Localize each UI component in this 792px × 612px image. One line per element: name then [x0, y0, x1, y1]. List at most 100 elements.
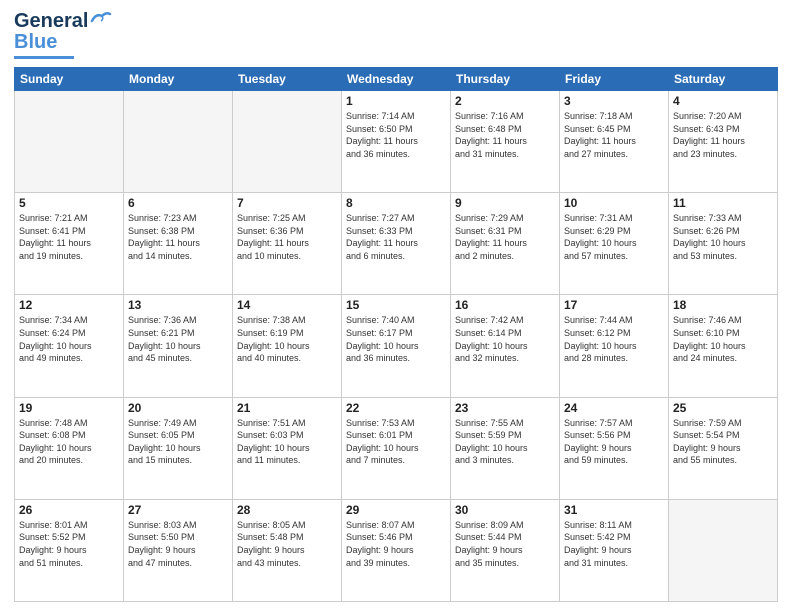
day-info: Sunrise: 7:57 AM Sunset: 5:56 PM Dayligh…: [564, 417, 664, 467]
calendar-cell: 24 Sunrise: 7:57 AM Sunset: 5:56 PM Dayli…: [560, 397, 669, 499]
day-info: Sunrise: 7:14 AM Sunset: 6:50 PM Dayligh…: [346, 110, 446, 160]
day-info: Sunrise: 7:48 AM Sunset: 6:08 PM Dayligh…: [19, 417, 119, 467]
day-number: 8: [346, 196, 446, 210]
calendar-cell: 26 Sunrise: 8:01 AM Sunset: 5:52 PM Dayli…: [15, 499, 124, 601]
calendar-cell: 27 Sunrise: 8:03 AM Sunset: 5:50 PM Dayli…: [124, 499, 233, 601]
day-info: Sunrise: 7:38 AM Sunset: 6:19 PM Dayligh…: [237, 314, 337, 364]
calendar-cell: 7 Sunrise: 7:25 AM Sunset: 6:36 PM Daylig…: [233, 193, 342, 295]
calendar-cell: 31 Sunrise: 8:11 AM Sunset: 5:42 PM Dayli…: [560, 499, 669, 601]
calendar-cell: 6Sunrise: 7:23 AM Sunset: 6:38 PM Daylig…: [124, 193, 233, 295]
day-info: Sunrise: 7:40 AM Sunset: 6:17 PM Dayligh…: [346, 314, 446, 364]
day-info: Sunrise: 7:59 AM Sunset: 5:54 PM Dayligh…: [673, 417, 773, 467]
calendar-cell: 12 Sunrise: 7:34 AM Sunset: 6:24 PM Dayli…: [15, 295, 124, 397]
day-number: 9: [455, 196, 555, 210]
calendar-week-5: 26 Sunrise: 8:01 AM Sunset: 5:52 PM Dayli…: [15, 499, 778, 601]
day-info: Sunrise: 7:21 AM Sunset: 6:41 PM Dayligh…: [19, 212, 119, 262]
day-info: Sunrise: 7:27 AM Sunset: 6:33 PM Dayligh…: [346, 212, 446, 262]
calendar-cell: 8 Sunrise: 7:27 AM Sunset: 6:33 PM Daylig…: [342, 193, 451, 295]
calendar-cell: 28 Sunrise: 8:05 AM Sunset: 5:48 PM Dayli…: [233, 499, 342, 601]
calendar-cell: 16Sunrise: 7:42 AM Sunset: 6:14 PM Dayli…: [451, 295, 560, 397]
calendar-cell: 3 Sunrise: 7:18 AM Sunset: 6:45 PM Daylig…: [560, 91, 669, 193]
header: General Blue: [14, 10, 778, 59]
calendar-cell: 19Sunrise: 7:48 AM Sunset: 6:08 PM Dayli…: [15, 397, 124, 499]
calendar-cell: 17 Sunrise: 7:44 AM Sunset: 6:12 PM Dayli…: [560, 295, 669, 397]
day-info: Sunrise: 7:29 AM Sunset: 6:31 PM Dayligh…: [455, 212, 555, 262]
weekday-header-friday: Friday: [560, 68, 669, 91]
calendar-week-1: 1 Sunrise: 7:14 AM Sunset: 6:50 PM Daylig…: [15, 91, 778, 193]
calendar-cell: 29 Sunrise: 8:07 AM Sunset: 5:46 PM Dayli…: [342, 499, 451, 601]
day-info: Sunrise: 7:33 AM Sunset: 6:26 PM Dayligh…: [673, 212, 773, 262]
weekday-header-sunday: Sunday: [15, 68, 124, 91]
day-number: 16: [455, 298, 555, 312]
calendar-cell: 5 Sunrise: 7:21 AM Sunset: 6:41 PM Daylig…: [15, 193, 124, 295]
calendar-cell: 30 Sunrise: 8:09 AM Sunset: 5:44 PM Dayli…: [451, 499, 560, 601]
day-number: 2: [455, 94, 555, 108]
calendar-cell: 20 Sunrise: 7:49 AM Sunset: 6:05 PM Dayli…: [124, 397, 233, 499]
day-number: 30: [455, 503, 555, 517]
day-info: Sunrise: 7:34 AM Sunset: 6:24 PM Dayligh…: [19, 314, 119, 364]
day-number: 10: [564, 196, 664, 210]
calendar-cell: [15, 91, 124, 193]
calendar-cell: [124, 91, 233, 193]
calendar-cell: 13Sunrise: 7:36 AM Sunset: 6:21 PM Dayli…: [124, 295, 233, 397]
day-info: Sunrise: 7:31 AM Sunset: 6:29 PM Dayligh…: [564, 212, 664, 262]
calendar-cell: 2 Sunrise: 7:16 AM Sunset: 6:48 PM Daylig…: [451, 91, 560, 193]
day-number: 7: [237, 196, 337, 210]
weekday-header-monday: Monday: [124, 68, 233, 91]
calendar-week-2: 5 Sunrise: 7:21 AM Sunset: 6:41 PM Daylig…: [15, 193, 778, 295]
day-info: Sunrise: 8:09 AM Sunset: 5:44 PM Dayligh…: [455, 519, 555, 569]
calendar-cell: [233, 91, 342, 193]
day-number: 15: [346, 298, 446, 312]
calendar-cell: 22Sunrise: 7:53 AM Sunset: 6:01 PM Dayli…: [342, 397, 451, 499]
day-number: 5: [19, 196, 119, 210]
logo-blue-text: Blue: [14, 31, 57, 54]
logo: General Blue: [14, 10, 112, 59]
day-info: Sunrise: 8:01 AM Sunset: 5:52 PM Dayligh…: [19, 519, 119, 569]
day-number: 27: [128, 503, 228, 517]
day-info: Sunrise: 7:20 AM Sunset: 6:43 PM Dayligh…: [673, 110, 773, 160]
day-info: Sunrise: 7:16 AM Sunset: 6:48 PM Dayligh…: [455, 110, 555, 160]
day-info: Sunrise: 8:03 AM Sunset: 5:50 PM Dayligh…: [128, 519, 228, 569]
day-info: Sunrise: 7:55 AM Sunset: 5:59 PM Dayligh…: [455, 417, 555, 467]
day-info: Sunrise: 7:49 AM Sunset: 6:05 PM Dayligh…: [128, 417, 228, 467]
calendar-cell: 15 Sunrise: 7:40 AM Sunset: 6:17 PM Dayli…: [342, 295, 451, 397]
day-info: Sunrise: 7:44 AM Sunset: 6:12 PM Dayligh…: [564, 314, 664, 364]
day-info: Sunrise: 8:11 AM Sunset: 5:42 PM Dayligh…: [564, 519, 664, 569]
day-number: 26: [19, 503, 119, 517]
day-number: 25: [673, 401, 773, 415]
day-info: Sunrise: 8:07 AM Sunset: 5:46 PM Dayligh…: [346, 519, 446, 569]
weekday-header-wednesday: Wednesday: [342, 68, 451, 91]
day-info: Sunrise: 7:53 AM Sunset: 6:01 PM Dayligh…: [346, 417, 446, 467]
logo-general-text: General: [14, 10, 88, 33]
calendar-cell: 18Sunrise: 7:46 AM Sunset: 6:10 PM Dayli…: [669, 295, 778, 397]
day-number: 3: [564, 94, 664, 108]
day-number: 20: [128, 401, 228, 415]
calendar-cell: 21Sunrise: 7:51 AM Sunset: 6:03 PM Dayli…: [233, 397, 342, 499]
weekday-header-saturday: Saturday: [669, 68, 778, 91]
day-number: 31: [564, 503, 664, 517]
calendar-cell: 10 Sunrise: 7:31 AM Sunset: 6:29 PM Dayli…: [560, 193, 669, 295]
calendar-cell: 1 Sunrise: 7:14 AM Sunset: 6:50 PM Daylig…: [342, 91, 451, 193]
day-number: 14: [237, 298, 337, 312]
day-number: 21: [237, 401, 337, 415]
calendar-week-4: 19Sunrise: 7:48 AM Sunset: 6:08 PM Dayli…: [15, 397, 778, 499]
logo-bird-icon: [90, 11, 112, 29]
day-info: Sunrise: 7:25 AM Sunset: 6:36 PM Dayligh…: [237, 212, 337, 262]
day-info: Sunrise: 7:18 AM Sunset: 6:45 PM Dayligh…: [564, 110, 664, 160]
day-number: 24: [564, 401, 664, 415]
day-number: 4: [673, 94, 773, 108]
calendar-week-3: 12 Sunrise: 7:34 AM Sunset: 6:24 PM Dayli…: [15, 295, 778, 397]
weekday-header-thursday: Thursday: [451, 68, 560, 91]
weekday-header-tuesday: Tuesday: [233, 68, 342, 91]
calendar-cell: [669, 499, 778, 601]
day-number: 12: [19, 298, 119, 312]
day-number: 11: [673, 196, 773, 210]
day-number: 29: [346, 503, 446, 517]
day-number: 28: [237, 503, 337, 517]
calendar-cell: 11 Sunrise: 7:33 AM Sunset: 6:26 PM Dayli…: [669, 193, 778, 295]
day-number: 1: [346, 94, 446, 108]
day-info: Sunrise: 8:05 AM Sunset: 5:48 PM Dayligh…: [237, 519, 337, 569]
day-info: Sunrise: 7:46 AM Sunset: 6:10 PM Dayligh…: [673, 314, 773, 364]
day-number: 17: [564, 298, 664, 312]
day-number: 23: [455, 401, 555, 415]
